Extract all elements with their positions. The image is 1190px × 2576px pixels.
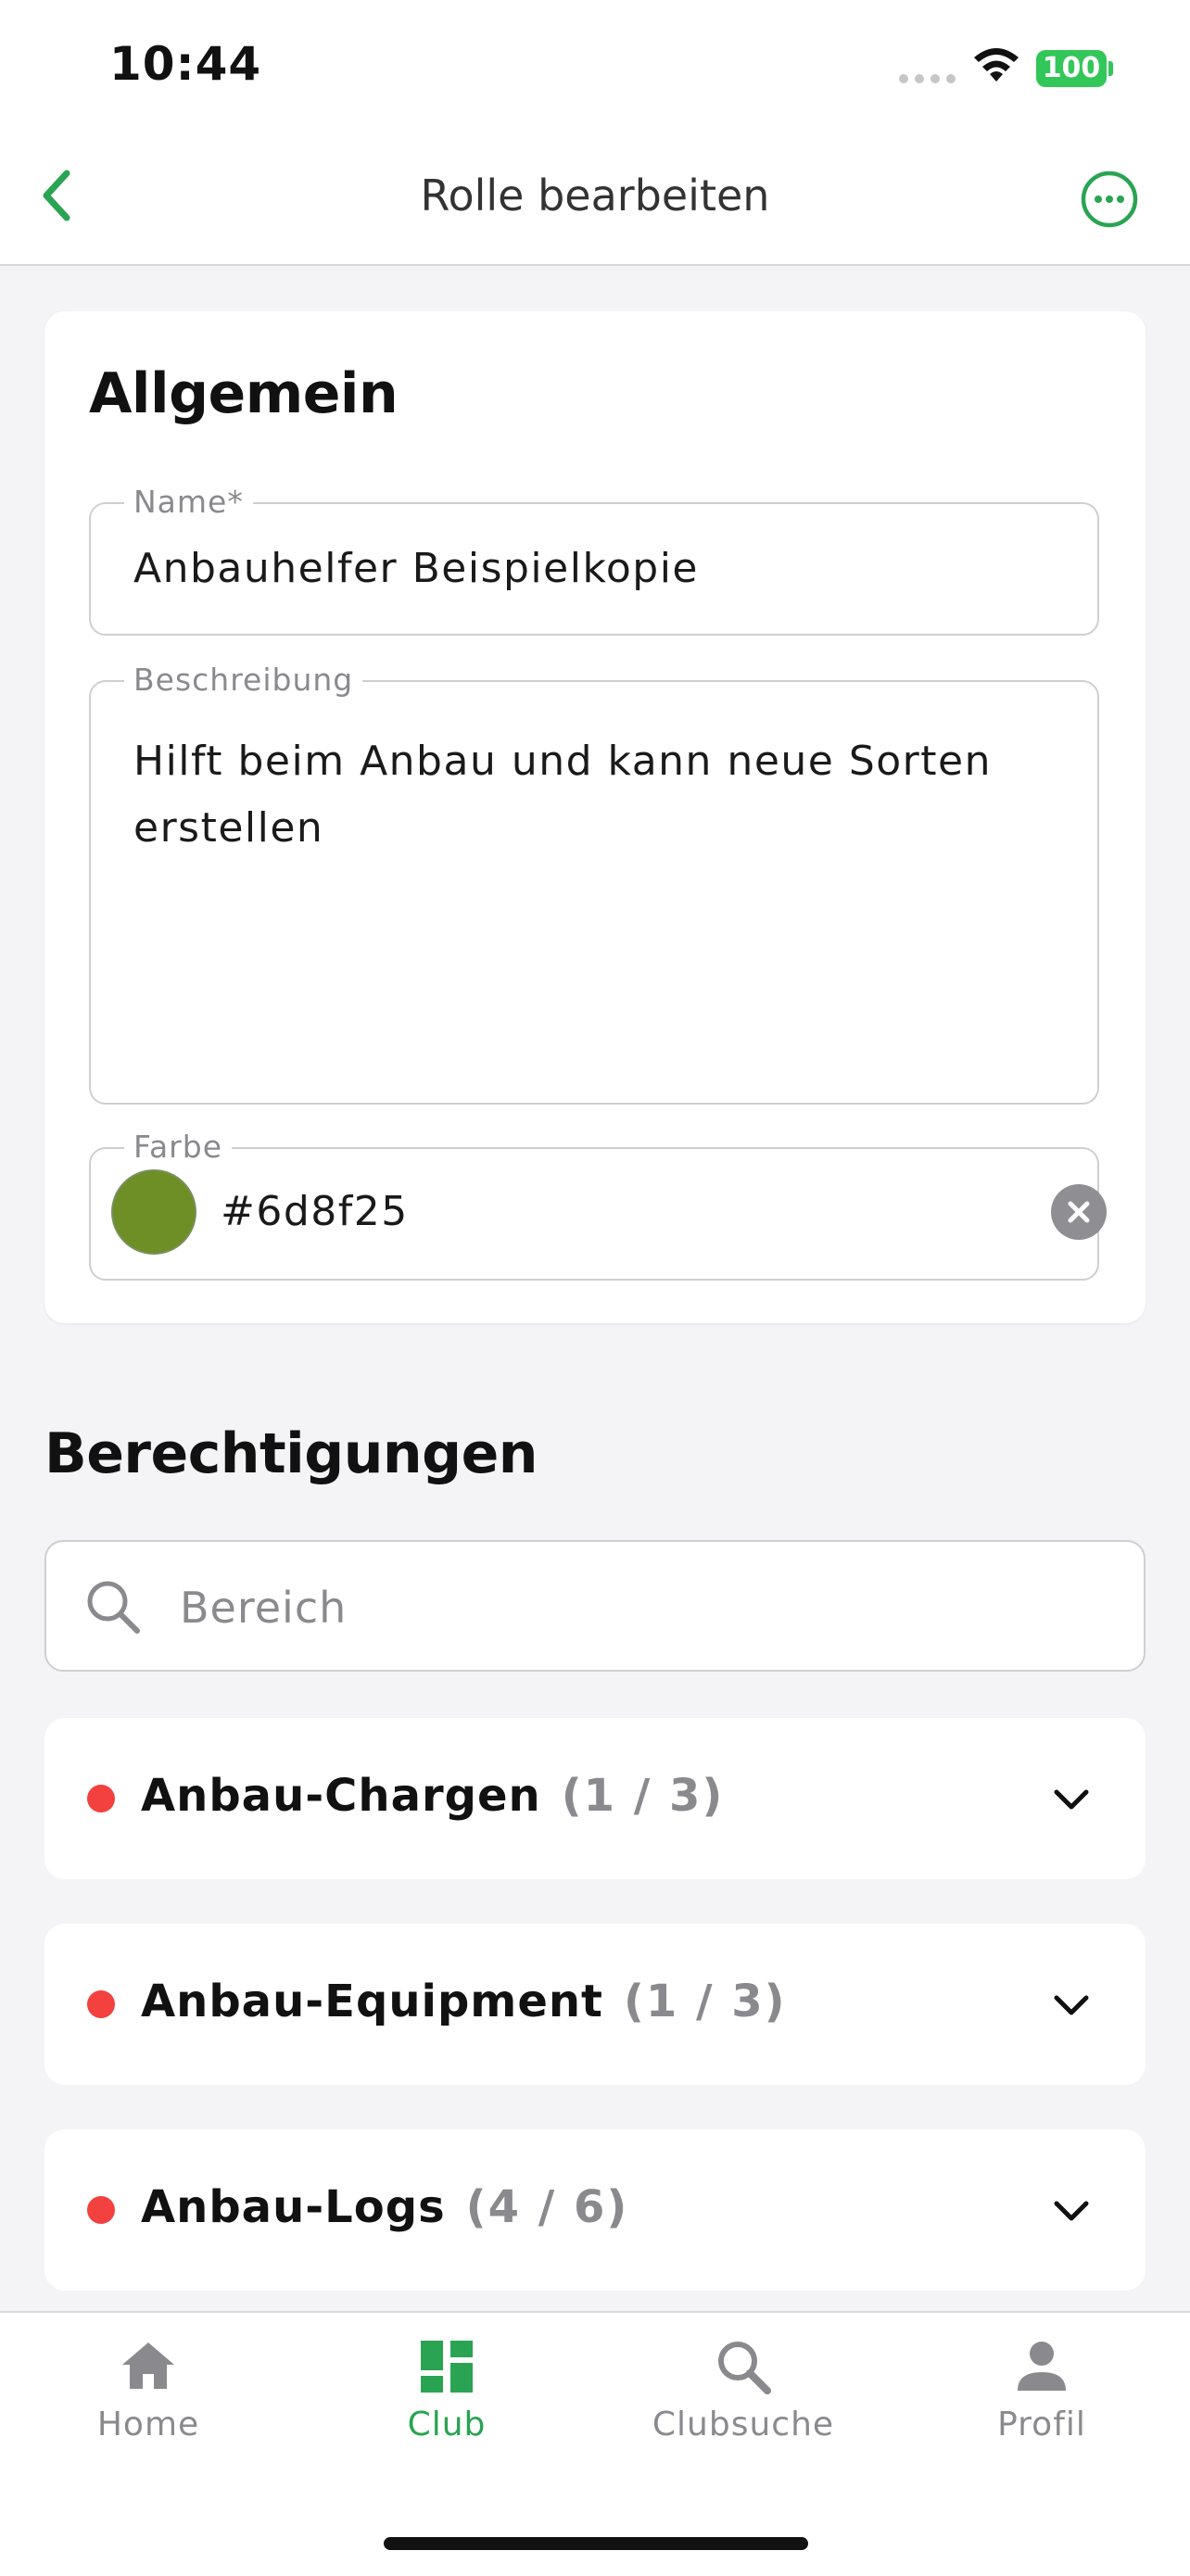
tab-clubsuche[interactable]: Clubsuche: [632, 2337, 855, 2476]
search-icon: [87, 1581, 140, 1634]
tab-clubsuche-label: Clubsuche: [652, 2406, 835, 2443]
permission-count: (1 / 3): [623, 1976, 787, 2027]
general-card: Allgemein Name* Anbauhelfer Beispielkopi…: [44, 311, 1146, 1323]
permission-label: Anbau-Equipment (1 / 3): [141, 1976, 787, 2027]
permission-count: (4 / 6): [465, 2181, 629, 2233]
ellipsis-circle-icon: [1081, 170, 1138, 228]
cellular-signal-icon: [899, 74, 956, 83]
status-dot: [87, 1990, 115, 2018]
status-time: 10:44: [109, 37, 262, 91]
general-heading: Allgemein: [89, 361, 399, 426]
clear-color-button[interactable]: [1051, 1184, 1107, 1240]
color-field[interactable]: Farbe #6d8f25: [89, 1129, 1107, 1281]
status-dot: [87, 1785, 115, 1812]
home-indicator: [384, 2537, 808, 2550]
permission-row-anbau-equipment[interactable]: Anbau-Equipment (1 / 3): [44, 1924, 1146, 2085]
area-search-box[interactable]: [44, 1540, 1146, 1672]
search-icon: [718, 2342, 771, 2394]
color-field-value[interactable]: #6d8f25: [221, 1188, 409, 1235]
permission-count: (1 / 3): [561, 1770, 725, 1822]
tab-home[interactable]: Home: [37, 2337, 260, 2476]
wifi-icon: [974, 48, 1019, 82]
permissions-heading: Berechtigungen: [44, 1421, 538, 1486]
chevron-down-icon[interactable]: [1045, 1774, 1097, 1825]
tab-profil-label: Profil: [997, 2406, 1086, 2443]
permission-row-anbau-logs[interactable]: Anbau-Logs (4 / 6): [44, 2129, 1146, 2291]
status-bar: 10:44 100: [0, 0, 1190, 130]
description-field-value[interactable]: Hilft beim Anbau und kann neue Sorten er…: [133, 728, 1070, 862]
description-field-label: Beschreibung: [124, 662, 363, 698]
navigation-header: Rolle bearbeiten: [0, 130, 1190, 266]
dashboard-icon: [421, 2341, 473, 2393]
tab-club-label: Club: [407, 2406, 487, 2443]
permission-label: Anbau-Chargen (1 / 3): [141, 1770, 725, 1822]
name-field-value[interactable]: Anbauhelfer Beispielkopie: [133, 545, 699, 592]
battery-indicator: 100: [1036, 50, 1107, 87]
close-icon: [1068, 1201, 1090, 1223]
battery-cap: [1108, 61, 1113, 76]
page-title: Rolle bearbeiten: [420, 170, 770, 221]
tab-home-label: Home: [96, 2406, 200, 2443]
tab-club[interactable]: Club: [335, 2337, 558, 2476]
tab-profil[interactable]: Profil: [930, 2337, 1153, 2476]
permission-label: Anbau-Logs (4 / 6): [141, 2181, 629, 2233]
name-field-label: Name*: [124, 484, 253, 520]
permission-row-anbau-chargen[interactable]: Anbau-Chargen (1 / 3): [44, 1718, 1146, 1879]
color-field-label: Farbe: [124, 1129, 232, 1165]
name-field[interactable]: Name* Anbauhelfer Beispielkopie: [89, 484, 1099, 636]
chevron-down-icon[interactable]: [1045, 1979, 1097, 2031]
more-options-button[interactable]: [1079, 169, 1140, 230]
status-dot: [87, 2196, 115, 2224]
area-search-input[interactable]: [178, 1570, 1108, 1646]
description-field[interactable]: Beschreibung Hilft beim Anbau und kann n…: [89, 662, 1099, 1105]
home-icon: [122, 2342, 174, 2389]
person-icon: [1018, 2342, 1066, 2391]
chevron-down-icon[interactable]: [1045, 2185, 1097, 2237]
color-swatch[interactable]: [111, 1169, 196, 1255]
